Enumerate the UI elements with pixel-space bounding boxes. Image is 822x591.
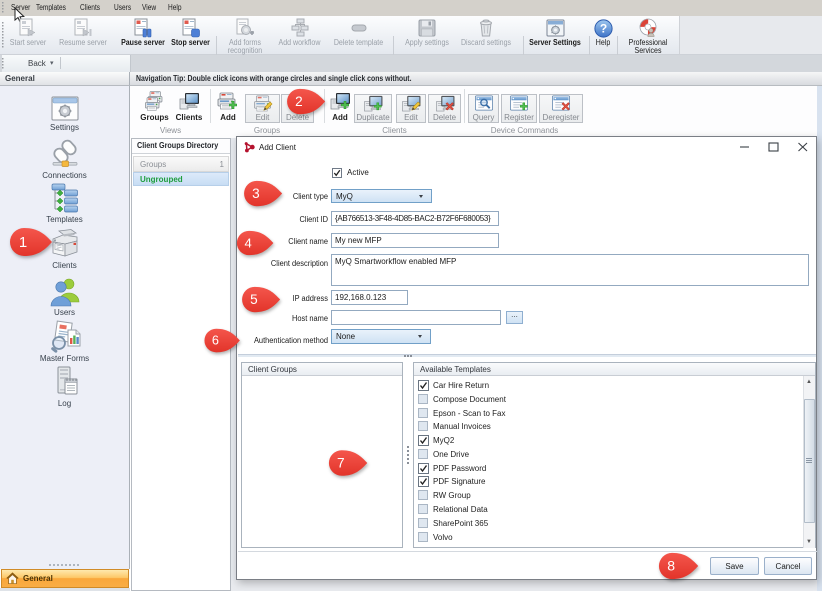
svg-text:3: 3 <box>252 186 260 201</box>
svg-text:?: ? <box>599 22 606 36</box>
svg-text:5: 5 <box>250 292 258 307</box>
svg-text:7: 7 <box>337 456 345 471</box>
svg-text:6: 6 <box>212 334 219 348</box>
svg-text:8: 8 <box>667 558 675 574</box>
svg-text:4: 4 <box>245 235 252 250</box>
svg-text:2: 2 <box>295 94 303 109</box>
svg-text:1: 1 <box>19 234 27 251</box>
